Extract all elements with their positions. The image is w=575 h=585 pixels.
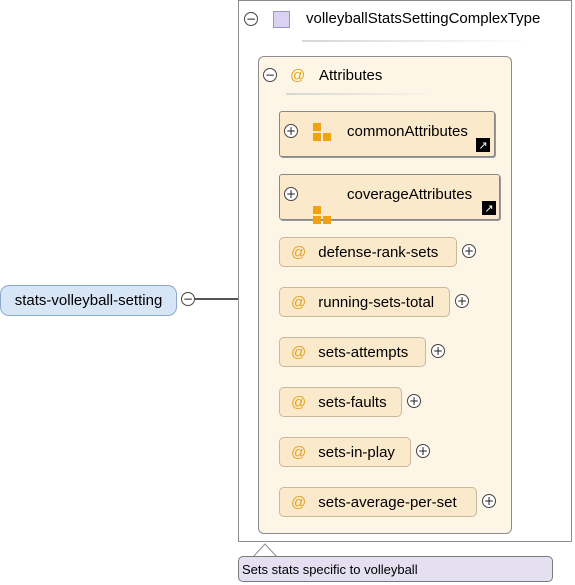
- plus-icon: +: [432, 344, 444, 358]
- attribute-at-icon: @: [290, 67, 306, 84]
- type-header-divider: [302, 40, 532, 42]
- minus-icon: −: [264, 68, 276, 82]
- attribute-box-sets-in-play[interactable]: @ sets-in-play: [279, 437, 411, 467]
- attribute-label: running-sets-total: [318, 293, 435, 311]
- minus-icon: −: [245, 12, 257, 26]
- attribute-box-sets-attempts[interactable]: @ sets-attempts: [279, 337, 426, 367]
- coverage-attributes-label: coverageAttributes: [347, 186, 473, 203]
- attribute-group-icon: [313, 123, 333, 143]
- attribute-label: sets-attempts: [318, 343, 409, 361]
- root-element-node[interactable]: stats-volleyball-setting: [0, 285, 177, 316]
- attribute-expand-toggle[interactable]: +: [462, 244, 476, 258]
- plus-icon: +: [417, 444, 429, 458]
- attribute-at-icon: @: [291, 493, 307, 511]
- coverage-attributes-expand-toggle[interactable]: +: [284, 187, 298, 201]
- attribute-at-icon: @: [291, 293, 307, 311]
- attribute-expand-toggle[interactable]: +: [416, 444, 430, 458]
- common-attributes-expand-toggle[interactable]: +: [284, 124, 298, 138]
- attribute-at-icon: @: [291, 343, 307, 361]
- annotation-text: Sets stats specific to volleyball: [242, 561, 418, 577]
- attribute-at-icon: @: [291, 443, 307, 461]
- attribute-box-defense-rank-sets[interactable]: @ defense-rank-sets: [279, 237, 457, 267]
- minus-icon: −: [182, 292, 194, 306]
- plus-icon: +: [285, 124, 297, 138]
- plus-icon: +: [463, 244, 475, 258]
- annotation-box: Sets stats specific to volleyball: [238, 556, 553, 582]
- plus-icon: +: [408, 394, 420, 408]
- attribute-label: sets-faults: [318, 393, 387, 411]
- attribute-expand-toggle[interactable]: +: [455, 294, 469, 308]
- shortcut-arrow-icon[interactable]: ↗: [482, 201, 496, 215]
- attribute-group-icon: [313, 206, 333, 226]
- attributes-group-label: Attributes: [319, 67, 383, 84]
- attribute-label: sets-in-play: [318, 443, 395, 461]
- attribute-box-sets-faults[interactable]: @ sets-faults: [279, 387, 402, 417]
- plus-icon: +: [456, 294, 468, 308]
- attribute-box-running-sets-total[interactable]: @ running-sets-total: [279, 287, 450, 317]
- root-element-label: stats-volleyball-setting: [14, 292, 163, 309]
- attribute-box-sets-average-per-set[interactable]: @ sets-average-per-set: [279, 487, 477, 517]
- attribute-at-icon: @: [291, 243, 307, 261]
- attribute-expand-toggle[interactable]: +: [407, 394, 421, 408]
- attribute-label: defense-rank-sets: [318, 243, 439, 261]
- attribute-label: sets-average-per-set: [318, 493, 457, 511]
- shortcut-arrow-icon[interactable]: ↗: [476, 138, 490, 152]
- attributes-collapse-toggle[interactable]: −: [263, 68, 277, 82]
- attribute-at-icon: @: [291, 393, 307, 411]
- plus-icon: +: [285, 187, 297, 201]
- attribute-expand-toggle[interactable]: +: [482, 494, 496, 508]
- type-collapse-toggle[interactable]: −: [244, 12, 258, 26]
- complex-type-icon: [273, 11, 290, 28]
- attribute-expand-toggle[interactable]: +: [431, 344, 445, 358]
- attributes-header-divider: [286, 93, 436, 95]
- complex-type-name: volleyballStatsSettingComplexType: [306, 10, 541, 27]
- common-attributes-label: commonAttributes: [347, 123, 468, 140]
- plus-icon: +: [483, 494, 495, 508]
- root-collapse-toggle[interactable]: −: [181, 292, 195, 306]
